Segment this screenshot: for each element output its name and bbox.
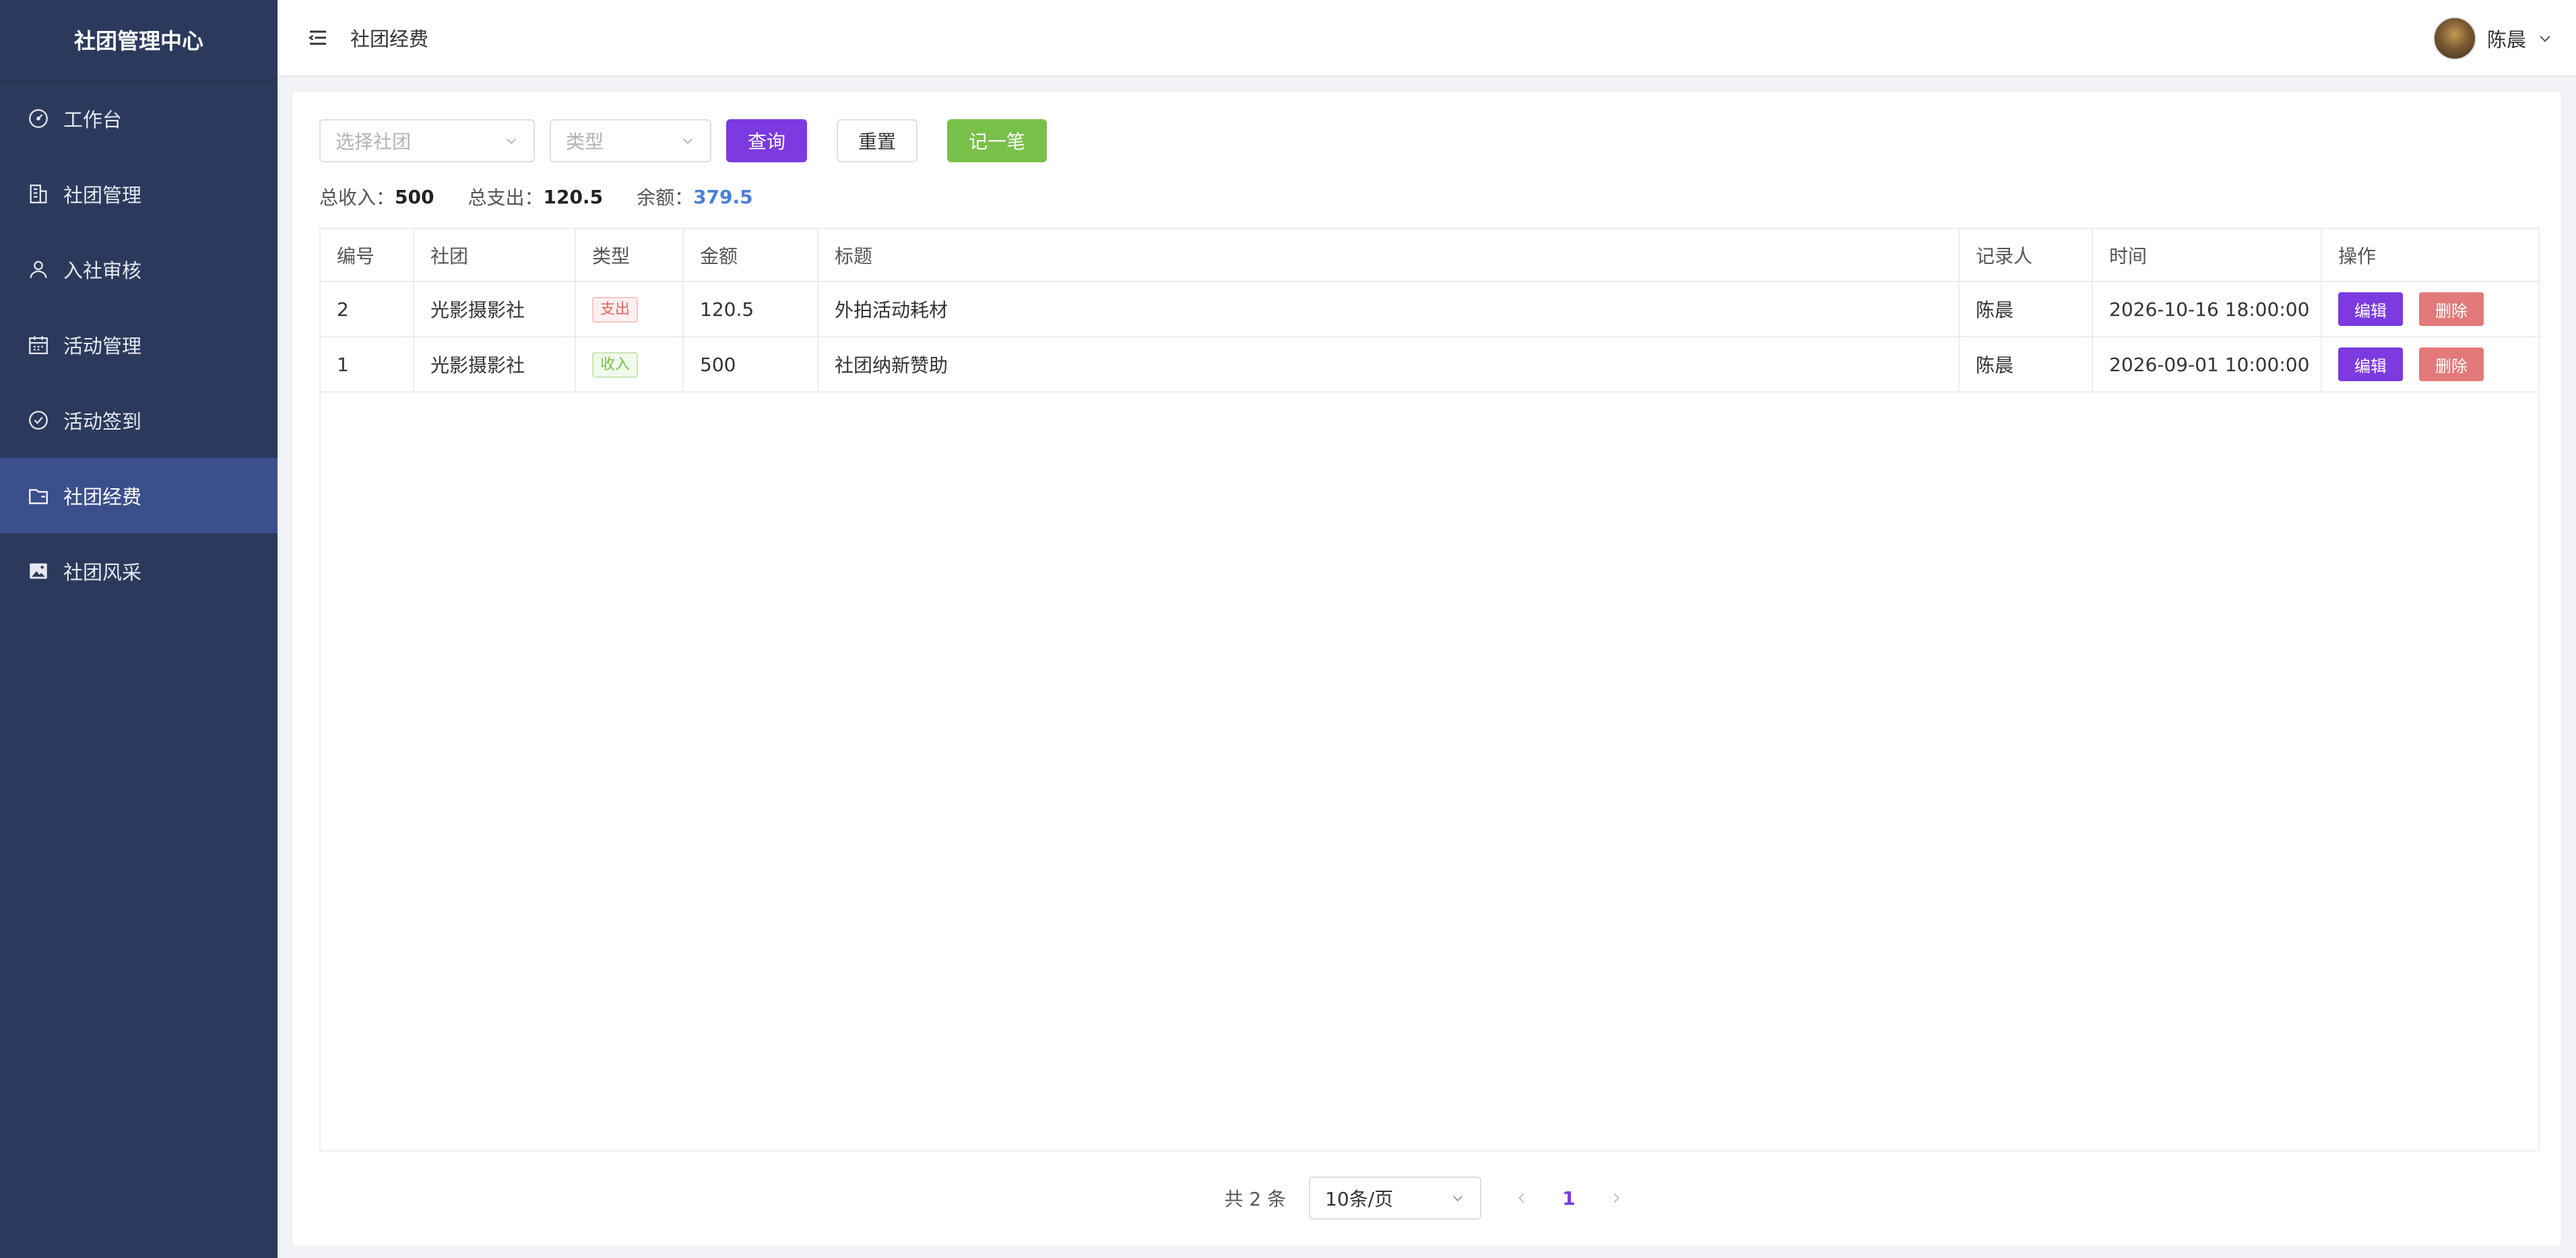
sidebar-item-label: 社团风采	[63, 561, 142, 584]
sidebar-item-label: 活动签到	[63, 410, 142, 433]
add-record-button[interactable]: 记一笔	[947, 119, 1047, 162]
cell-type: 收入	[575, 337, 684, 393]
cell-id: 2	[321, 282, 414, 337]
sidebar-item-checkin[interactable]: 活动签到	[0, 383, 278, 458]
cell-club: 光影摄影社	[414, 337, 576, 393]
sidebar-item-dashboard[interactable]: 工作台	[0, 81, 278, 156]
page-number[interactable]: 1	[1562, 1187, 1575, 1210]
dashboard-icon	[27, 107, 50, 130]
delete-button[interactable]: 删除	[2419, 292, 2484, 326]
sidebar-item-membership-review[interactable]: 入社审核	[0, 232, 278, 307]
club-select-placeholder: 选择社团	[335, 131, 412, 153]
sidebar-item-label: 入社审核	[63, 259, 142, 282]
column-header: 社团	[414, 229, 576, 282]
cell-title: 外拍活动耗材	[818, 282, 1960, 337]
chevron-left-icon	[1518, 1193, 1524, 1203]
sidebar-item-clubs[interactable]: 社团管理	[0, 156, 278, 232]
reset-button[interactable]: 重置	[837, 119, 917, 162]
edit-button[interactable]: 编辑	[2338, 347, 2403, 381]
page-size-select[interactable]: 10条/页	[1309, 1177, 1482, 1220]
club-select[interactable]: 选择社团	[319, 119, 535, 162]
cell-amount: 120.5	[683, 282, 818, 337]
cell-time: 2026-10-16 18:00:00	[2092, 282, 2322, 337]
pagination: 共 2 条 10条/页 1	[292, 1176, 2561, 1220]
sidebar: 社团管理中心 工作台 社团管理 入社审核 活动管理 活动签到 社团经费 社团风采	[0, 0, 278, 1258]
user-menu[interactable]: 陈晨	[2433, 16, 2553, 61]
sidebar-item-activities[interactable]: 活动管理	[0, 307, 278, 383]
chevron-down-icon	[2537, 30, 2553, 46]
picture-icon	[27, 560, 50, 583]
next-page-button[interactable]	[1603, 1185, 1630, 1212]
cell-actions: 编辑 删除	[2321, 282, 2541, 337]
column-header: 类型	[575, 229, 684, 282]
cell-recorder: 陈晨	[1959, 282, 2093, 337]
table-row: 2 光影摄影社 支出 120.5 外拍活动耗材 陈晨 2026-10-16 18…	[321, 282, 2541, 337]
cell-amount: 500	[683, 337, 818, 393]
cell-club: 光影摄影社	[414, 282, 576, 337]
cell-actions: 编辑 删除	[2321, 337, 2541, 393]
balance-value: 379.5	[693, 185, 753, 208]
sidebar-item-label: 社团经费	[63, 486, 142, 508]
top-header: 社团经费 陈晨	[278, 0, 2576, 77]
app-title: 社团管理中心	[0, 0, 278, 81]
cell-time: 2026-09-01 10:00:00	[2092, 337, 2322, 393]
sidebar-item-gallery[interactable]: 社团风采	[0, 533, 278, 609]
delete-button[interactable]: 删除	[2419, 347, 2484, 381]
building-icon	[27, 183, 50, 205]
sidebar-item-label: 工作台	[63, 108, 123, 131]
page-size-value: 10条/页	[1325, 1188, 1394, 1210]
column-header: 记录人	[1959, 229, 2093, 282]
table-row: 1 光影摄影社 收入 500 社团纳新赞助 陈晨 2026-09-01 10:0…	[321, 337, 2541, 393]
cell-recorder: 陈晨	[1959, 337, 2093, 393]
page-title: 社团经费	[350, 28, 429, 51]
calendar-icon	[27, 333, 50, 356]
chevron-down-icon	[1452, 1195, 1463, 1201]
filter-bar: 选择社团 类型 查询 重置 记一笔	[319, 119, 1047, 163]
sidebar-item-funds[interactable]: 社团经费	[0, 458, 278, 533]
type-select-placeholder: 类型	[566, 131, 604, 153]
income-value: 500	[395, 185, 434, 208]
chevron-down-icon	[506, 138, 517, 144]
funds-table: 编号 社团 类型 金额 标题 记录人 时间 操作 2 光影摄影社 支出 120.…	[319, 228, 2541, 1152]
sidebar-item-label: 社团管理	[63, 184, 142, 207]
table-header-row: 编号 社团 类型 金额 标题 记录人 时间 操作	[321, 229, 2541, 282]
menu-collapse-icon[interactable]	[306, 26, 330, 50]
total-count: 共 2 条	[1224, 1188, 1287, 1210]
expense-label: 总支出：	[468, 187, 544, 209]
user-name: 陈晨	[2486, 28, 2526, 51]
income-label: 总收入：	[319, 187, 395, 209]
query-button[interactable]: 查询	[726, 119, 807, 162]
type-tag: 收入	[592, 352, 639, 378]
user-icon	[27, 258, 50, 281]
expense-value: 120.5	[543, 185, 604, 208]
wallet-icon	[27, 484, 50, 507]
check-circle-icon	[27, 409, 50, 432]
prev-page-button[interactable]	[1508, 1185, 1535, 1212]
column-header: 操作	[2321, 229, 2541, 282]
type-tag: 支出	[592, 296, 639, 323]
sidebar-menu: 工作台 社团管理 入社审核 活动管理 活动签到 社团经费 社团风采	[0, 81, 278, 609]
cell-id: 1	[321, 337, 414, 393]
chevron-down-icon	[682, 138, 693, 144]
column-header: 时间	[2092, 229, 2322, 282]
column-header: 编号	[321, 229, 414, 282]
avatar	[2433, 17, 2476, 60]
column-header: 金额	[683, 229, 818, 282]
cell-title: 社团纳新赞助	[818, 337, 1960, 393]
type-select[interactable]: 类型	[550, 119, 711, 162]
funds-summary: 总收入： 500 总支出： 120.5 余额： 379.5	[319, 183, 787, 210]
edit-button[interactable]: 编辑	[2338, 292, 2403, 326]
balance-label: 余额：	[637, 187, 694, 209]
chevron-right-icon	[1613, 1193, 1619, 1203]
column-header: 标题	[818, 229, 1960, 282]
cell-type: 支出	[575, 282, 684, 337]
sidebar-item-label: 活动管理	[63, 335, 142, 358]
main-card: 选择社团 类型 查询 重置 记一笔 总收入： 500 总支出： 120.5 余额…	[292, 92, 2561, 1246]
